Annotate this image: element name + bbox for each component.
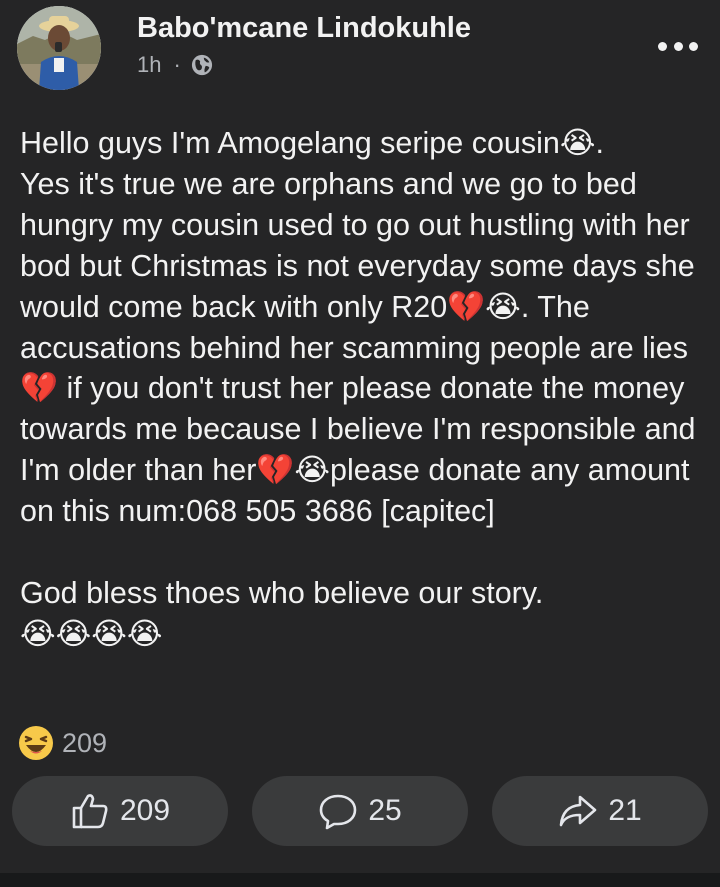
feed-divider — [0, 873, 720, 887]
post-meta: 1h · — [137, 52, 213, 78]
post-time[interactable]: 1h — [137, 52, 161, 78]
share-button[interactable]: 21 — [492, 776, 708, 846]
like-count: 209 — [119, 794, 171, 827]
comment-bubble-icon — [320, 794, 357, 830]
more-dots-icon — [658, 41, 667, 51]
share-count: 21 — [608, 794, 642, 827]
share-arrow-icon — [560, 795, 597, 827]
avatar-photo — [17, 6, 101, 90]
reaction-summary[interactable]: 209 — [18, 725, 107, 761]
author-name[interactable]: Babo'mcane Lindokuhle — [137, 12, 471, 45]
more-options-button[interactable] — [658, 38, 698, 54]
haha-emoji-icon — [19, 726, 53, 760]
comment-button[interactable]: 25 — [252, 776, 468, 846]
post-card: Babo'mcane Lindokuhle 1h · Hello guys I'… — [0, 0, 720, 873]
comment-count: 25 — [368, 794, 402, 827]
avatar[interactable] — [17, 6, 101, 90]
like-button[interactable]: 209 — [12, 776, 228, 846]
post-body-text: Hello guys I'm Amogelang seripe cousin😭.… — [20, 126, 696, 651]
meta-separator: · — [173, 52, 181, 77]
thumbs-up-icon — [72, 794, 108, 829]
globe-icon[interactable] — [191, 54, 213, 76]
reaction-count: 209 — [62, 727, 108, 758]
